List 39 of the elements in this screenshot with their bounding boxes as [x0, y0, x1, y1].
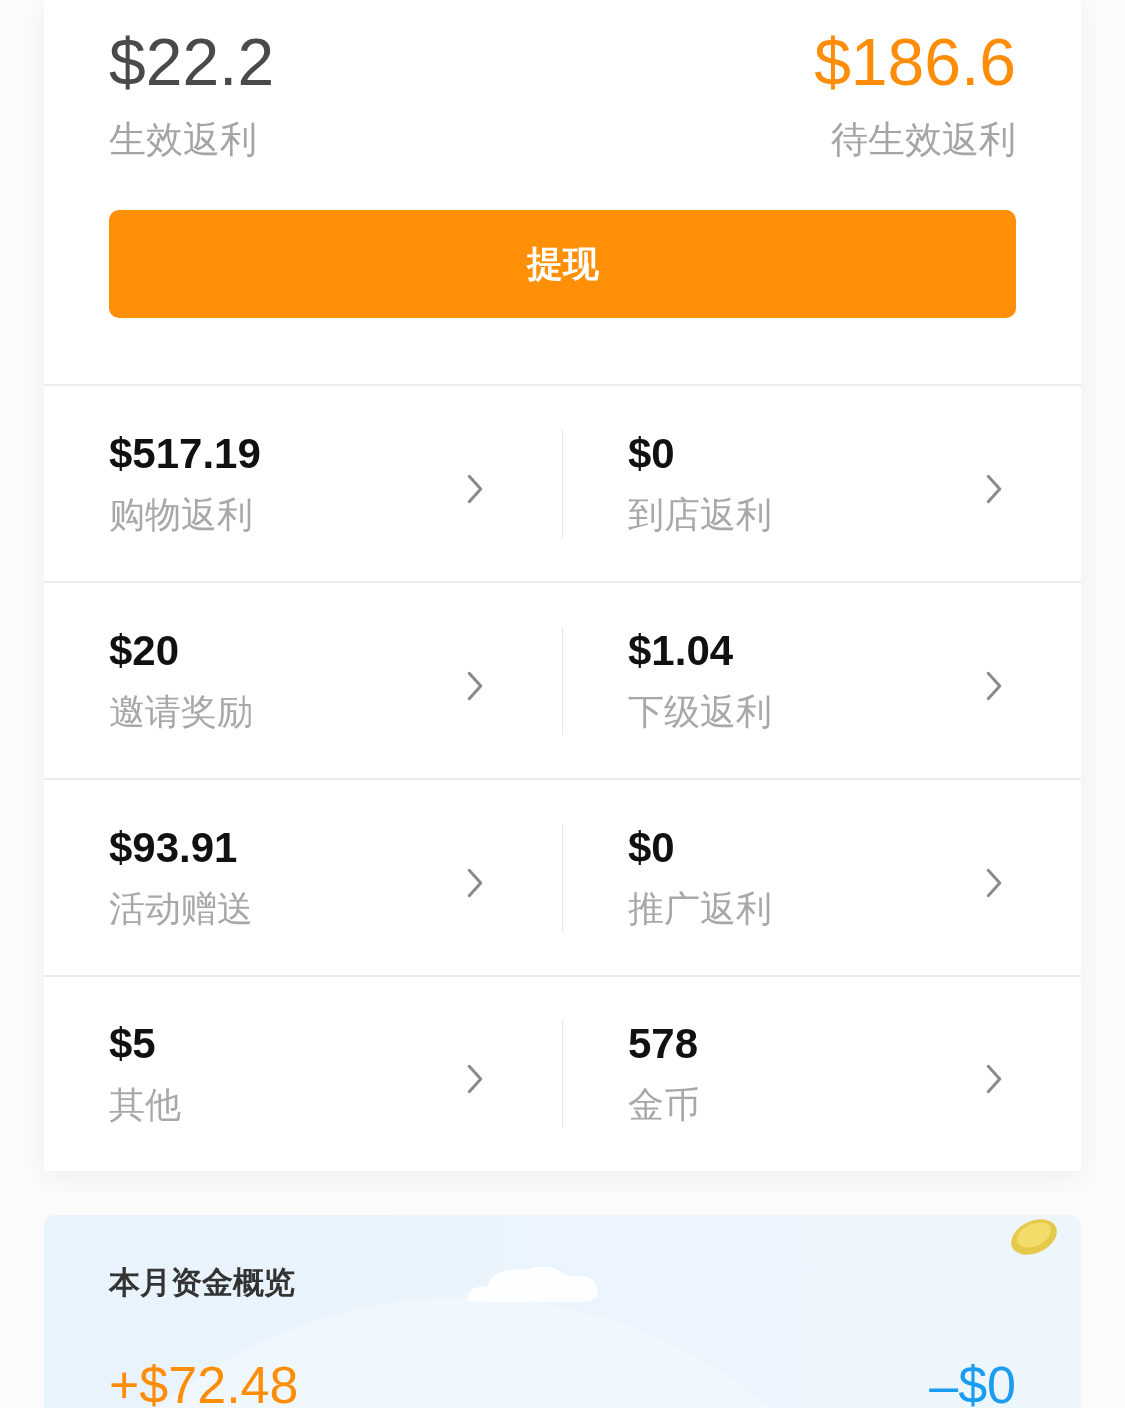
item-label: 活动赠送 — [109, 886, 253, 931]
chevron-icon — [985, 867, 1003, 898]
income-amount: +$72.48 — [109, 1355, 299, 1408]
item-label: 购物返利 — [109, 492, 254, 537]
breakdown-item[interactable]: $93.91 活动赠送 — [44, 822, 562, 933]
breakdown-item[interactable]: $5 其他 — [44, 1019, 562, 1129]
effective-amount: $22.2 — [109, 24, 275, 101]
item-label: 金币 — [628, 1083, 700, 1127]
pending-label: 待生效返利 — [831, 118, 1016, 162]
item-amount: $0 — [628, 822, 676, 873]
item-label: 到店返利 — [628, 492, 772, 537]
item-label: 下级返利 — [628, 689, 772, 734]
chevron-icon — [466, 670, 484, 701]
chevron-icon — [466, 1064, 484, 1094]
pending-amount: $186.6 — [814, 24, 1016, 101]
item-amount: $1.04 — [628, 625, 735, 676]
chevron-icon — [985, 670, 1003, 701]
breakdown-item[interactable]: $1.04 下级返利 — [563, 625, 1081, 736]
item-amount: 578 — [628, 1019, 700, 1069]
item-label: 其他 — [109, 1083, 181, 1127]
effective-label: 生效返利 — [109, 118, 257, 162]
overview-title: 本月资金概览 — [109, 1264, 295, 1302]
chevron-icon — [985, 473, 1003, 504]
chevron-icon — [466, 867, 484, 898]
item-label: 邀请奖励 — [109, 689, 253, 734]
breakdown-item[interactable]: $20 邀请奖励 — [44, 625, 562, 736]
item-label: 推广返利 — [628, 886, 772, 931]
breakdown-item[interactable]: $517.19 购物返利 — [44, 428, 562, 539]
breakdown-item[interactable]: $0 推广返利 — [563, 822, 1081, 933]
item-amount: $93.91 — [109, 822, 239, 873]
breakdown-item[interactable]: 578 金币 — [563, 1019, 1081, 1129]
expense-amount: –$0 — [929, 1355, 1016, 1408]
item-amount: $5 — [109, 1019, 157, 1069]
item-amount: $517.19 — [109, 428, 261, 479]
item-amount: $20 — [109, 625, 181, 676]
breakdown-item[interactable]: $0 到店返利 — [563, 428, 1081, 539]
chevron-icon — [985, 1064, 1003, 1094]
item-amount: $0 — [628, 428, 676, 479]
chevron-icon — [466, 473, 484, 504]
